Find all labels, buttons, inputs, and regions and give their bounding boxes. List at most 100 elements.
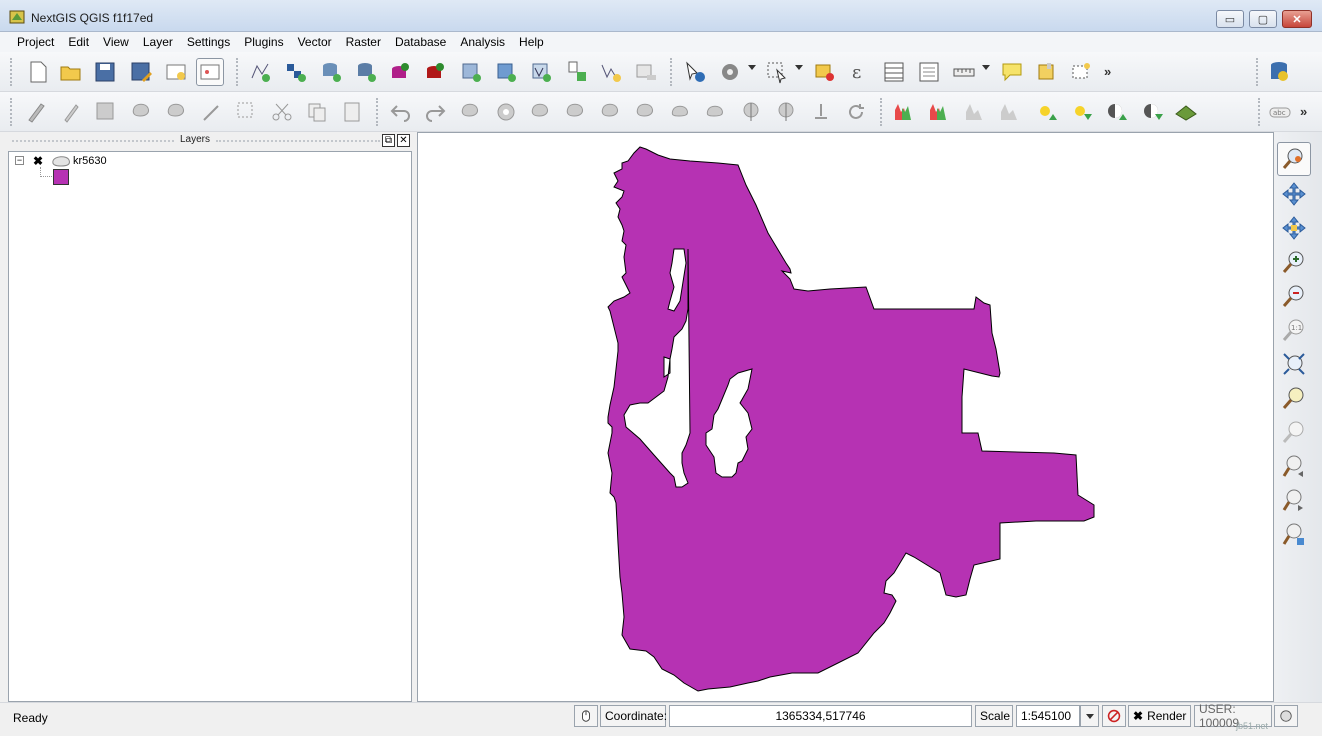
move-feature-icon[interactable] [163, 98, 191, 126]
remove-layer-icon[interactable] [632, 58, 660, 86]
reshape-features-icon[interactable] [667, 98, 695, 126]
histogram-stretch-icon[interactable] [890, 98, 918, 126]
close-panel-button[interactable]: ✕ [397, 134, 410, 147]
panel-grip[interactable] [216, 140, 380, 142]
measure-line-icon[interactable] [950, 58, 978, 86]
increase-contrast-icon[interactable] [1102, 98, 1130, 126]
toolbar-grip[interactable] [10, 58, 14, 86]
zoom-next-icon[interactable] [1277, 483, 1311, 517]
toolbar-overflow-icon[interactable]: » [1104, 64, 1111, 79]
run-feature-action-icon[interactable] [716, 58, 744, 86]
layer-visibility-checkbox[interactable]: ✖ [33, 155, 45, 167]
toolbar-grip[interactable] [670, 58, 674, 86]
undo-icon[interactable] [387, 98, 415, 126]
map-canvas[interactable] [417, 132, 1274, 702]
refresh-map-icon[interactable] [1277, 517, 1311, 551]
add-postgis-layer-icon[interactable] [352, 58, 380, 86]
menu-edit[interactable]: Edit [61, 32, 96, 52]
minimize-button[interactable]: ▭ [1216, 10, 1244, 28]
zoom-last-icon[interactable] [1277, 449, 1311, 483]
stop-rendering-button[interactable] [1102, 705, 1126, 727]
panel-grip[interactable] [12, 140, 174, 142]
simplify-feature-icon[interactable] [457, 98, 485, 126]
menu-project[interactable]: Project [10, 32, 61, 52]
zoom-to-selection-icon[interactable] [1277, 211, 1311, 245]
new-print-composer-icon[interactable] [162, 58, 190, 86]
maximize-button[interactable]: ▢ [1249, 10, 1277, 28]
cut-features-icon[interactable] [268, 98, 296, 126]
current-edits-icon[interactable] [22, 98, 50, 126]
toolbar-grip[interactable] [1258, 98, 1262, 126]
menu-view[interactable]: View [96, 32, 136, 52]
render-checkbox[interactable]: ✖ [1133, 709, 1143, 723]
render-toggle[interactable]: ✖ Render [1128, 705, 1191, 727]
menu-analysis[interactable]: Analysis [453, 32, 512, 52]
float-panel-button[interactable]: ⧉ [382, 134, 395, 147]
field-calculator-icon[interactable]: ε [845, 58, 873, 86]
menu-help[interactable]: Help [512, 32, 551, 52]
new-bookmark-icon[interactable] [1033, 58, 1061, 86]
show-bookmarks-icon[interactable] [1067, 58, 1095, 86]
toolbar-grip[interactable] [10, 98, 14, 126]
toolbar-overflow-icon[interactable]: » [1300, 104, 1307, 119]
menu-vector[interactable]: Vector [291, 32, 339, 52]
add-wfs-layer-icon[interactable] [527, 58, 555, 86]
redo-icon[interactable] [421, 98, 449, 126]
scale-combobox[interactable]: 1:545100 [1016, 705, 1080, 727]
layer-symbol-swatch[interactable] [53, 169, 69, 185]
menu-settings[interactable]: Settings [180, 32, 237, 52]
zoom-in-icon[interactable] [1277, 245, 1311, 279]
menu-database[interactable]: Database [388, 32, 453, 52]
zoom-to-native-resolution-icon[interactable] [1277, 415, 1311, 449]
new-spatialite-layer-icon[interactable] [597, 58, 625, 86]
coordinate-field[interactable]: 1365334,517746 [669, 705, 972, 727]
node-tool-icon[interactable] [198, 98, 226, 126]
menu-layer[interactable]: Layer [136, 32, 180, 52]
merge-selected-features-icon[interactable] [807, 98, 835, 126]
save-project-icon[interactable] [91, 58, 119, 86]
collapse-toggle-icon[interactable]: − [15, 156, 24, 165]
open-project-icon[interactable] [57, 58, 85, 86]
new-shapefile-layer-icon[interactable] [246, 58, 274, 86]
attribute-table-icon[interactable] [880, 58, 908, 86]
map-tips-icon[interactable] [998, 58, 1026, 86]
decrease-contrast-icon[interactable] [1138, 98, 1166, 126]
add-mssql-layer-icon[interactable] [386, 58, 414, 86]
split-parts-icon[interactable] [772, 98, 800, 126]
database-manager-icon[interactable] [1265, 58, 1293, 86]
identify-features-icon[interactable] [681, 58, 709, 86]
zoom-full-icon[interactable] [1277, 347, 1311, 381]
pan-to-selection-icon[interactable] [1277, 177, 1311, 211]
toolbar-grip[interactable] [376, 98, 380, 126]
increase-brightness-icon[interactable] [1032, 98, 1060, 126]
label-tool-icon[interactable]: abc [1266, 98, 1294, 126]
toggle-editing-icon[interactable] [57, 98, 85, 126]
cumulative-cut-stretch-icon[interactable] [925, 98, 953, 126]
zoom-to-layer-icon[interactable] [1277, 381, 1311, 415]
delete-part-icon[interactable] [632, 98, 660, 126]
toolbar-grip[interactable] [880, 98, 884, 126]
composer-manager-icon[interactable] [196, 58, 224, 86]
add-spatialite-layer-icon[interactable] [317, 58, 345, 86]
dropdown-caret-icon[interactable] [748, 65, 756, 70]
delete-ring-icon[interactable] [597, 98, 625, 126]
dropdown-caret-icon[interactable] [795, 65, 803, 70]
add-oracle-layer-icon[interactable] [421, 58, 449, 86]
zoom-actual-size-icon[interactable]: 1:1 [1277, 313, 1311, 347]
offset-curve-icon[interactable] [702, 98, 730, 126]
zoom-out-icon[interactable] [1277, 279, 1311, 313]
add-wms-layer-icon[interactable] [457, 58, 485, 86]
scale-dropdown-button[interactable] [1080, 705, 1099, 727]
fill-ring-icon[interactable] [562, 98, 590, 126]
select-features-icon[interactable] [763, 58, 791, 86]
layer-tree[interactable]: − ✖ kr5630 [8, 151, 412, 702]
toolbar-grip[interactable] [236, 58, 240, 86]
close-button[interactable]: ✕ [1282, 10, 1312, 28]
dropdown-caret-icon[interactable] [982, 65, 990, 70]
menu-raster[interactable]: Raster [339, 32, 388, 52]
add-ring-icon[interactable] [492, 98, 520, 126]
add-feature-icon[interactable] [128, 98, 156, 126]
add-part-icon[interactable] [527, 98, 555, 126]
toolbar-grip[interactable] [1256, 58, 1260, 86]
local-histogram-stretch-icon[interactable] [960, 98, 988, 126]
